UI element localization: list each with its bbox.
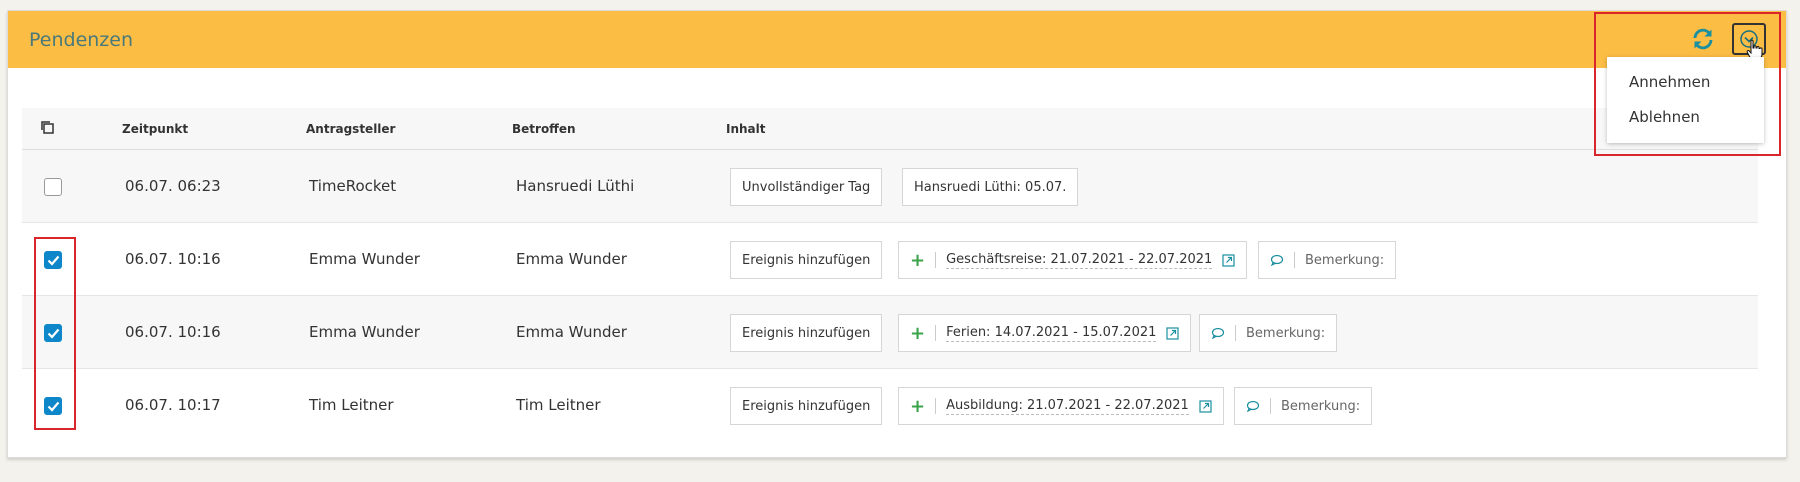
chip-label: Unvollständiger Tag <box>742 179 871 195</box>
row-applicant: Emma Wunder <box>309 250 420 268</box>
refresh-button[interactable] <box>1688 24 1718 54</box>
plus-icon: + <box>910 322 926 344</box>
header-actions <box>1688 23 1766 61</box>
menu-item-annehmen[interactable]: Annehmen <box>1607 71 1764 106</box>
table-header: Zeitpunkt Antragsteller Betroffen Inhalt <box>22 108 1758 150</box>
actions-dropdown-button[interactable] <box>1732 23 1766 61</box>
external-link-icon[interactable] <box>1222 253 1235 267</box>
add-event-chip[interactable]: Ereignis hinzufügen <box>730 241 883 279</box>
row-time: 06.07. 10:16 <box>125 323 221 341</box>
row-affected: Emma Wunder <box>516 250 627 268</box>
row-checkbox[interactable] <box>44 178 62 196</box>
select-all-toggle[interactable] <box>40 120 55 138</box>
checkmark-icon <box>47 328 60 339</box>
menu-item-ablehnen[interactable]: Ablehnen <box>1607 106 1764 141</box>
plus-icon: + <box>910 249 926 271</box>
header-inhalt: Inhalt <box>726 122 766 136</box>
actions-dropdown-menu: Annehmen Ablehnen <box>1607 57 1764 143</box>
event-chip[interactable]: + Ausbildung: 21.07.2021 - 22.07.2021 <box>898 387 1224 425</box>
header-betroffen: Betroffen <box>512 122 576 136</box>
remark-chip[interactable]: Bemerkung: <box>1258 241 1397 279</box>
remark-label: Bemerkung: <box>1305 252 1385 268</box>
event-chip[interactable]: + Geschäftsreise: 21.07.2021 - 22.07.202… <box>898 241 1248 279</box>
chip-separator <box>935 325 937 341</box>
row-time: 06.07. 10:16 <box>125 250 221 268</box>
event-label: Ausbildung: 21.07.2021 - 22.07.2021 <box>946 397 1189 415</box>
table-row: 06.07. 10:17 Tim Leitner Tim Leitner Ere… <box>22 369 1758 442</box>
comment-icon <box>1246 400 1260 412</box>
copy-icon <box>41 121 54 134</box>
chip-label: Hansruedi Lüthi: 05.07. <box>914 179 1067 195</box>
chip-separator <box>935 398 937 414</box>
row-time: 06.07. 10:17 <box>125 396 221 414</box>
comment-icon <box>1211 327 1225 339</box>
row-time: 06.07. 06:23 <box>125 177 221 195</box>
remark-chip[interactable]: Bemerkung: <box>1199 314 1338 352</box>
checkmark-icon <box>47 401 60 412</box>
event-label: Geschäftsreise: 21.07.2021 - 22.07.2021 <box>946 251 1213 269</box>
event-chip[interactable]: + Ferien: 14.07.2021 - 15.07.2021 <box>898 314 1192 352</box>
external-link-icon[interactable] <box>1199 399 1212 413</box>
row-affected: Emma Wunder <box>516 323 627 341</box>
header-antragsteller: Antragsteller <box>306 122 396 136</box>
remark-label: Bemerkung: <box>1246 325 1326 341</box>
chip-separator <box>1294 252 1295 268</box>
checkmark-icon <box>47 255 60 266</box>
table-row: 06.07. 06:23 TimeRocket Hansruedi Lüthi … <box>22 150 1758 223</box>
event-label: Ferien: 14.07.2021 - 15.07.2021 <box>946 324 1157 342</box>
chip-label: Ereignis hinzufügen <box>742 252 871 268</box>
row-checkbox[interactable] <box>44 397 62 415</box>
comment-icon <box>1270 254 1284 266</box>
chip-separator <box>1270 398 1271 414</box>
add-event-chip[interactable]: Ereignis hinzufügen <box>730 387 883 425</box>
external-link-icon[interactable] <box>1166 326 1179 340</box>
table-row: 06.07. 10:16 Emma Wunder Emma Wunder Ere… <box>22 223 1758 296</box>
refresh-icon <box>1693 28 1713 50</box>
header-zeitpunkt: Zeitpunkt <box>122 122 189 136</box>
chip-label: Ereignis hinzufügen <box>742 398 871 414</box>
row-applicant: Emma Wunder <box>309 323 420 341</box>
add-event-chip[interactable]: Ereignis hinzufügen <box>730 314 883 352</box>
remark-chip[interactable]: Bemerkung: <box>1234 387 1373 425</box>
panel-header: Pendenzen <box>8 11 1786 68</box>
remark-label: Bemerkung: <box>1281 398 1361 414</box>
plus-icon: + <box>910 395 926 417</box>
row-affected: Tim Leitner <box>516 396 601 414</box>
pending-table: Zeitpunkt Antragsteller Betroffen Inhalt… <box>22 108 1758 442</box>
chip-separator <box>1235 325 1236 341</box>
day-reference-chip[interactable]: Hansruedi Lüthi: 05.07. <box>902 168 1079 206</box>
chip-label: Ereignis hinzufügen <box>742 325 871 341</box>
row-applicant: TimeRocket <box>309 177 397 195</box>
row-applicant: Tim Leitner <box>309 396 394 414</box>
incomplete-day-chip[interactable]: Unvollständiger Tag <box>730 168 883 206</box>
row-affected: Hansruedi Lüthi <box>516 177 635 195</box>
panel-title: Pendenzen <box>29 28 134 51</box>
row-checkbox[interactable] <box>44 324 62 342</box>
chip-separator <box>935 252 937 268</box>
table-row: 06.07. 10:16 Emma Wunder Emma Wunder Ere… <box>22 296 1758 369</box>
row-checkbox[interactable] <box>44 251 62 269</box>
